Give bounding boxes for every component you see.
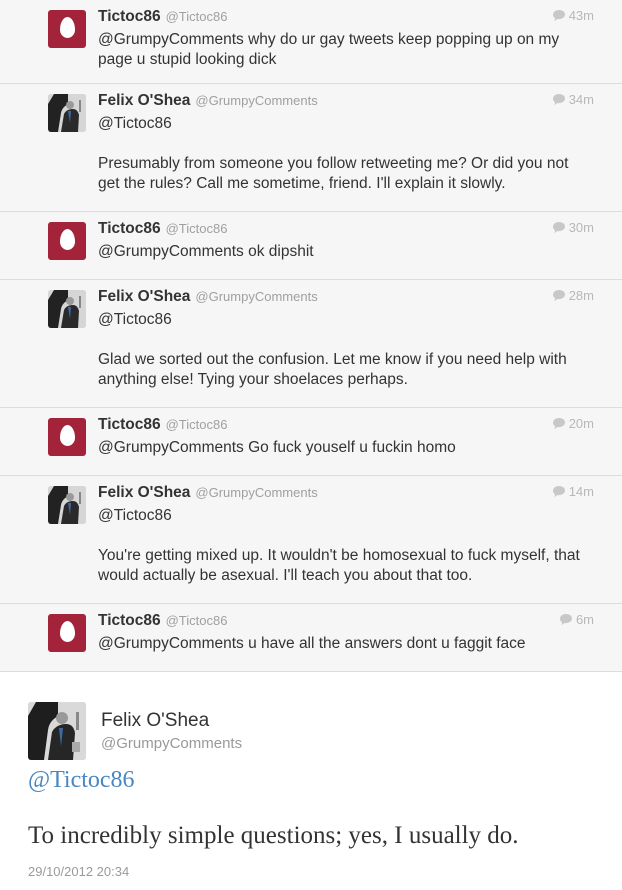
tweet-text: To incredibly simple questions; yes, I u… bbox=[28, 822, 519, 849]
profile-photo-avatar[interactable] bbox=[48, 290, 86, 328]
timestamp: 43m bbox=[552, 8, 594, 23]
egg-avatar-icon[interactable] bbox=[48, 614, 86, 652]
author-handle[interactable]: @GrumpyComments bbox=[195, 485, 317, 500]
author-name[interactable]: Felix O'Shea bbox=[98, 484, 190, 502]
author-handle[interactable]: @Tictoc86 bbox=[166, 9, 228, 24]
author-handle[interactable]: @Tictoc86 bbox=[166, 417, 228, 432]
author-name[interactable]: Tictoc86 bbox=[98, 8, 161, 26]
tweet-text: @GrumpyComments why do ur gay tweets kee… bbox=[98, 31, 564, 68]
egg-avatar-icon[interactable] bbox=[48, 10, 86, 48]
tweet-text: @Tictoc86 Glad we sorted out the confusi… bbox=[98, 311, 567, 388]
reply-bubble-icon bbox=[552, 222, 565, 233]
reply-bubble-icon bbox=[552, 486, 565, 497]
tweet[interactable]: Tictoc86 @Tictoc86 6m @GrumpyComments u … bbox=[0, 604, 622, 672]
author-handle[interactable]: @GrumpyComments bbox=[195, 289, 317, 304]
author-name[interactable]: Felix O'Shea bbox=[98, 92, 190, 110]
reply-bubble-icon bbox=[552, 290, 565, 301]
author-name[interactable]: Tictoc86 bbox=[98, 416, 161, 434]
timestamp: 6m bbox=[559, 612, 594, 627]
timestamp: 14m bbox=[552, 484, 594, 499]
tweet-text: @GrumpyComments Go fuck youself u fuckin… bbox=[98, 439, 456, 456]
tweet-text: @GrumpyComments ok dipshit bbox=[98, 243, 314, 260]
tweet[interactable]: Felix O'Shea @GrumpyComments 34m @Tictoc… bbox=[0, 84, 622, 212]
tweet[interactable]: Tictoc86 @Tictoc86 20m @GrumpyComments G… bbox=[0, 408, 622, 476]
author-handle[interactable]: @Tictoc86 bbox=[166, 613, 228, 628]
reply-bubble-icon bbox=[552, 10, 565, 21]
author-handle[interactable]: @GrumpyComments bbox=[101, 735, 242, 752]
egg-avatar-icon[interactable] bbox=[48, 222, 86, 260]
timestamp: 30m bbox=[552, 220, 594, 235]
tweet[interactable]: Tictoc86 @Tictoc86 43m @GrumpyComments w… bbox=[0, 0, 622, 84]
tweet[interactable]: Tictoc86 @Tictoc86 30m @GrumpyComments o… bbox=[0, 212, 622, 280]
author-name[interactable]: Felix O'Shea bbox=[98, 288, 190, 306]
author-handle[interactable]: @Tictoc86 bbox=[166, 221, 228, 236]
author-name[interactable]: Felix O'Shea bbox=[101, 710, 209, 732]
focused-tweet: Felix O'Shea @GrumpyComments @Tictoc86 T… bbox=[0, 672, 622, 890]
author-name[interactable]: Tictoc86 bbox=[98, 612, 161, 630]
profile-photo-avatar[interactable] bbox=[48, 94, 86, 132]
reply-bubble-icon bbox=[552, 418, 565, 429]
tweet-text: @GrumpyComments u have all the answers d… bbox=[98, 635, 526, 652]
timestamp: 20m bbox=[552, 416, 594, 431]
egg-avatar-icon[interactable] bbox=[48, 418, 86, 456]
profile-photo-avatar[interactable] bbox=[48, 486, 86, 524]
timestamp: 34m bbox=[552, 92, 594, 107]
conversation-thread: Tictoc86 @Tictoc86 43m @GrumpyComments w… bbox=[0, 0, 622, 672]
reply-bubble-icon bbox=[552, 94, 565, 105]
timestamp: 28m bbox=[552, 288, 594, 303]
tweet-text: @Tictoc86 Presumably from someone you fo… bbox=[98, 115, 569, 192]
tweet[interactable]: Felix O'Shea @GrumpyComments 14m @Tictoc… bbox=[0, 476, 622, 604]
author-handle[interactable]: @GrumpyComments bbox=[195, 93, 317, 108]
tweet-text: @Tictoc86 You're getting mixed up. It wo… bbox=[98, 507, 580, 584]
author-name[interactable]: Tictoc86 bbox=[98, 220, 161, 238]
tweet-date: 29/10/2012 20:34 bbox=[28, 864, 130, 879]
mention-link[interactable]: @Tictoc86 bbox=[28, 767, 135, 794]
reply-bubble-icon bbox=[559, 614, 572, 625]
tweet[interactable]: Felix O'Shea @GrumpyComments 28m @Tictoc… bbox=[0, 280, 622, 408]
profile-photo-avatar[interactable] bbox=[28, 702, 86, 760]
